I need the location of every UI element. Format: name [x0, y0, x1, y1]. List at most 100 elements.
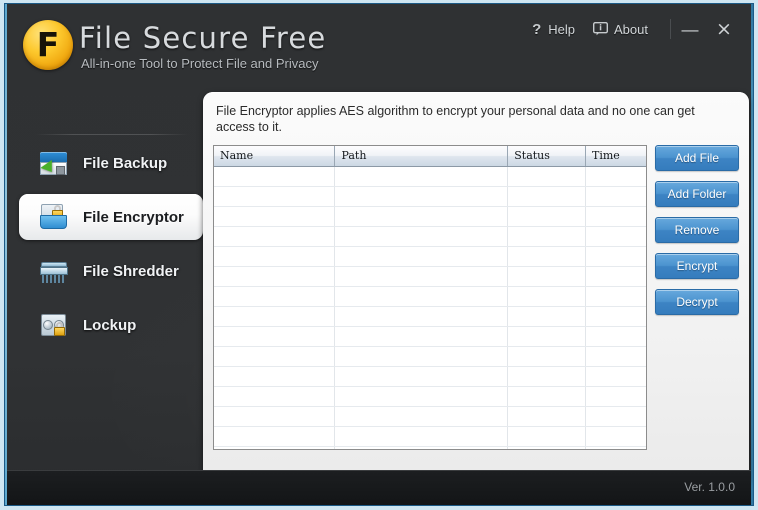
sidebar-divider — [35, 134, 189, 135]
table-cell-empty — [585, 306, 646, 327]
table-row-empty[interactable] — [214, 166, 646, 187]
column-header-path[interactable]: Path — [334, 146, 509, 167]
table-cell-empty — [585, 426, 646, 447]
title-bar: F File Secure Free All-in-one Tool to Pr… — [7, 4, 751, 82]
panel-description: File Encryptor applies AES algorithm to … — [216, 104, 695, 134]
table-cell-empty — [585, 186, 646, 207]
table-cell-empty — [214, 186, 336, 207]
lockup-icon — [39, 310, 69, 340]
file-shredder-icon — [39, 256, 69, 286]
sidebar-item-label: File Encryptor — [83, 208, 184, 226]
table-row-empty[interactable] — [214, 226, 646, 247]
question-mark-icon: ? — [532, 20, 542, 38]
table-row-empty[interactable] — [214, 206, 646, 227]
table-cell-empty — [585, 326, 646, 347]
table-cell-empty — [334, 386, 509, 407]
help-button[interactable]: ? Help — [531, 21, 575, 38]
table-cell-empty — [214, 166, 336, 187]
close-button[interactable]: × — [709, 18, 739, 40]
column-header-time[interactable]: Time — [585, 146, 646, 167]
table-row-empty[interactable] — [214, 186, 646, 207]
decrypt-button[interactable]: Decrypt — [655, 289, 739, 315]
table-cell-empty — [214, 346, 336, 367]
column-header-name[interactable]: Name — [214, 146, 336, 167]
table-cell-empty — [334, 306, 509, 327]
table-cell-empty — [214, 246, 336, 267]
table-header: Name Path Status Time — [214, 146, 646, 167]
table-cell-empty — [334, 226, 509, 247]
table-cell-empty — [334, 326, 509, 347]
encrypt-button[interactable]: Encrypt — [655, 253, 739, 279]
table-cell-empty — [214, 226, 336, 247]
table-cell-empty — [507, 166, 586, 187]
table-cell-empty — [214, 366, 336, 387]
table-cell-empty — [507, 226, 586, 247]
table-cell-empty — [214, 406, 336, 427]
app-title: File Secure Free — [79, 21, 327, 55]
help-label: Help — [548, 21, 576, 37]
file-encryptor-icon — [39, 202, 69, 232]
table-row-empty[interactable] — [214, 386, 646, 407]
table-row-empty[interactable] — [214, 266, 646, 287]
app-logo-icon: F — [23, 20, 73, 70]
sidebar-item-file-encryptor[interactable]: File Encryptor — [19, 194, 203, 240]
file-list-table: Name Path Status Time — [214, 146, 646, 449]
titlebar-divider — [670, 19, 671, 39]
table-cell-empty — [214, 206, 336, 227]
file-list-table-container[interactable]: Name Path Status Time — [213, 145, 647, 450]
table-row-empty[interactable] — [214, 246, 646, 267]
table-row-empty[interactable] — [214, 346, 646, 367]
about-button[interactable]: About — [593, 22, 648, 37]
table-cell-empty — [334, 206, 509, 227]
table-cell-empty — [507, 406, 586, 427]
table-row-empty[interactable] — [214, 366, 646, 387]
table-row-empty[interactable] — [214, 326, 646, 347]
table-cell-empty — [507, 286, 586, 307]
minimize-button[interactable]: — — [675, 18, 705, 40]
table-cell-empty — [334, 426, 509, 447]
application-window: F File Secure Free All-in-one Tool to Pr… — [0, 0, 758, 510]
sidebar-item-lockup[interactable]: Lockup — [19, 302, 203, 348]
table-row-empty[interactable] — [214, 446, 646, 449]
add-folder-button[interactable]: Add Folder — [655, 181, 739, 207]
add-file-button[interactable]: Add File — [655, 145, 739, 171]
app-logo-letter: F — [36, 24, 60, 64]
window-body: F File Secure Free All-in-one Tool to Pr… — [7, 4, 751, 505]
table-cell-empty — [585, 366, 646, 387]
table-row-empty[interactable] — [214, 306, 646, 327]
table-cell-empty — [507, 186, 586, 207]
table-cell-empty — [334, 446, 509, 449]
status-bar: Ver. 1.0.0 — [7, 470, 751, 505]
table-cell-empty — [214, 286, 336, 307]
table-cell-empty — [334, 266, 509, 287]
table-cell-empty — [214, 266, 336, 287]
sidebar: File Backup File Encryptor File Shredder… — [7, 82, 203, 471]
column-header-status[interactable]: Status — [507, 146, 586, 167]
sidebar-item-file-shredder[interactable]: File Shredder — [19, 248, 203, 294]
table-cell-empty — [214, 386, 336, 407]
table-cell-empty — [334, 346, 509, 367]
table-row-empty[interactable] — [214, 426, 646, 447]
table-cell-empty — [507, 266, 586, 287]
table-cell-empty — [507, 246, 586, 267]
table-cell-empty — [507, 206, 586, 227]
sidebar-item-label: File Shredder — [83, 262, 179, 280]
table-cell-empty — [214, 326, 336, 347]
table-row-empty[interactable] — [214, 406, 646, 427]
table-cell-empty — [585, 286, 646, 307]
sidebar-item-file-backup[interactable]: File Backup — [19, 140, 203, 186]
sidebar-item-label: File Backup — [83, 154, 168, 172]
table-row-empty[interactable] — [214, 286, 646, 307]
table-cell-empty — [507, 386, 586, 407]
remove-button[interactable]: Remove — [655, 217, 739, 243]
table-cell-empty — [334, 166, 509, 187]
table-cell-empty — [334, 286, 509, 307]
table-cell-empty — [585, 246, 646, 267]
table-cell-empty — [507, 326, 586, 347]
table-cell-empty — [507, 426, 586, 447]
table-cell-empty — [585, 266, 646, 287]
about-label: About — [614, 21, 648, 37]
table-cell-empty — [585, 406, 646, 427]
table-cell-empty — [507, 446, 586, 449]
table-cell-empty — [507, 306, 586, 327]
